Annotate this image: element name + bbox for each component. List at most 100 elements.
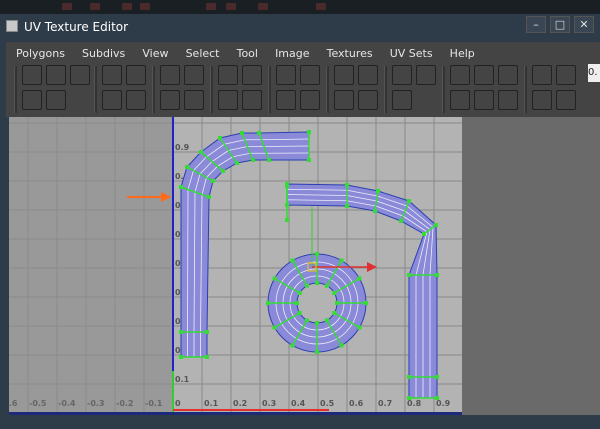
- uv-point[interactable]: [335, 301, 339, 305]
- select-shell-icon[interactable]: [70, 65, 90, 85]
- uv-point[interactable]: [218, 136, 222, 140]
- menu-textures[interactable]: Textures: [327, 44, 373, 64]
- uv-point[interactable]: [211, 179, 215, 183]
- uv-point[interactable]: [179, 185, 183, 189]
- uv-point[interactable]: [205, 330, 209, 334]
- uv-point[interactable]: [205, 355, 209, 359]
- uv-point[interactable]: [240, 131, 244, 135]
- uv-point[interactable]: [179, 330, 183, 334]
- uv-point[interactable]: [376, 189, 380, 193]
- exposure-icon[interactable]: [498, 90, 518, 110]
- translate-uv-icon[interactable]: [22, 90, 42, 110]
- menu-polygons[interactable]: Polygons: [16, 44, 65, 64]
- uv-point[interactable]: [407, 273, 411, 277]
- uv-point[interactable]: [332, 291, 337, 295]
- uv-point[interactable]: [305, 283, 309, 288]
- magnet-snap-icon[interactable]: [474, 65, 494, 85]
- window-title-bar[interactable]: UV Texture Editor: [6, 19, 526, 35]
- update-psd-icon[interactable]: [532, 90, 552, 110]
- psd-network-icon[interactable]: [556, 65, 576, 85]
- uv-point[interactable]: [290, 258, 295, 263]
- menu-image[interactable]: Image: [275, 44, 309, 64]
- menu-uv-sets[interactable]: UV Sets: [390, 44, 433, 64]
- uv-point[interactable]: [185, 165, 189, 169]
- move-sew-icon[interactable]: [276, 65, 296, 85]
- isolate-uv-icon[interactable]: [358, 65, 378, 85]
- dim-image-icon[interactable]: [392, 90, 412, 110]
- uv-point[interactable]: [357, 325, 362, 330]
- checker-icon[interactable]: [416, 65, 436, 85]
- uv-point[interactable]: [407, 396, 411, 400]
- snap-uv-icon[interactable]: [334, 65, 354, 85]
- uv-canvas[interactable]: 0.9 0.8 0.7 0.6 0.5 0.4 0.3 0.2 0.1 -0.6 -0.5 -0.4 -…: [9, 117, 462, 412]
- cut-uv-icon[interactable]: [160, 65, 180, 85]
- straighten-uv-icon[interactable]: [276, 90, 296, 110]
- uv-shell-ring[interactable]: [267, 253, 367, 353]
- uv-point[interactable]: [272, 276, 277, 281]
- uv-point[interactable]: [207, 195, 211, 199]
- move-uv-icon[interactable]: [46, 65, 66, 85]
- menu-tool[interactable]: Tool: [237, 44, 258, 64]
- maximize-button[interactable]: □: [550, 16, 570, 33]
- flip-v-icon[interactable]: [126, 65, 146, 85]
- uv-point[interactable]: [285, 203, 289, 207]
- select-border-icon[interactable]: [334, 90, 354, 110]
- uv-point[interactable]: [373, 209, 377, 213]
- uv-point[interactable]: [407, 375, 411, 379]
- uv-point[interactable]: [221, 169, 225, 173]
- rotate-ccw-icon[interactable]: [102, 90, 122, 110]
- uv-point[interactable]: [435, 375, 439, 379]
- uv-point[interactable]: [179, 355, 183, 359]
- uv-point[interactable]: [339, 343, 344, 348]
- menu-select[interactable]: Select: [186, 44, 220, 64]
- select-faces-icon[interactable]: [358, 90, 378, 110]
- uv-point[interactable]: [297, 311, 302, 315]
- uv-point[interactable]: [345, 204, 349, 208]
- uv-point[interactable]: [407, 199, 411, 203]
- minimize-button[interactable]: –: [526, 16, 546, 33]
- flip-u-icon[interactable]: [102, 65, 122, 85]
- uv-point[interactable]: [251, 158, 255, 162]
- shaded-uv-icon[interactable]: [450, 90, 470, 110]
- uv-viewport[interactable]: 0.9 0.8 0.7 0.6 0.5 0.4 0.3 0.2 0.1 -0.6 -0.5 -0.4 -…: [9, 117, 462, 412]
- uv-snapshot-icon[interactable]: [532, 65, 552, 85]
- checker-tile-icon[interactable]: [556, 90, 576, 110]
- uv-point[interactable]: [364, 301, 368, 305]
- uv-point[interactable]: [307, 130, 311, 134]
- grid-select-icon[interactable]: [22, 65, 42, 85]
- uv-shells[interactable]: [179, 130, 439, 400]
- grid-toggle-icon[interactable]: [450, 65, 470, 85]
- uv-point[interactable]: [315, 252, 319, 256]
- uv-point[interactable]: [345, 183, 349, 187]
- menu-subdivs[interactable]: Subdivs: [82, 44, 125, 64]
- uv-point[interactable]: [285, 218, 289, 222]
- stack-uv-icon[interactable]: [218, 90, 238, 110]
- uv-point[interactable]: [297, 291, 302, 295]
- uv-point[interactable]: [422, 232, 426, 236]
- frame-icon[interactable]: [498, 65, 518, 85]
- rotate-cw-icon[interactable]: [126, 90, 146, 110]
- uv-point[interactable]: [272, 325, 277, 330]
- uv-point[interactable]: [434, 223, 438, 227]
- menu-view[interactable]: View: [142, 44, 168, 64]
- uv-point[interactable]: [290, 343, 295, 348]
- uv-point[interactable]: [267, 158, 271, 162]
- uv-point[interactable]: [435, 273, 439, 277]
- uv-point[interactable]: [339, 258, 344, 263]
- uv-point[interactable]: [399, 219, 403, 223]
- relax-uv-icon[interactable]: [184, 90, 204, 110]
- uv-point[interactable]: [325, 283, 329, 288]
- select-uv-icon[interactable]: [46, 90, 66, 110]
- uv-point[interactable]: [435, 396, 439, 400]
- unfold-uv-icon[interactable]: [160, 90, 180, 110]
- uv-point[interactable]: [357, 276, 362, 281]
- display-image-icon[interactable]: [392, 65, 412, 85]
- uv-point[interactable]: [325, 318, 329, 323]
- normalize-uv-icon[interactable]: [300, 65, 320, 85]
- grid-uv-icon[interactable]: [242, 90, 262, 110]
- menu-help[interactable]: Help: [450, 44, 475, 64]
- uv-point[interactable]: [285, 182, 289, 186]
- uv-point[interactable]: [257, 131, 261, 135]
- uv-point[interactable]: [315, 281, 319, 285]
- exposure-field[interactable]: 0.: [588, 64, 600, 82]
